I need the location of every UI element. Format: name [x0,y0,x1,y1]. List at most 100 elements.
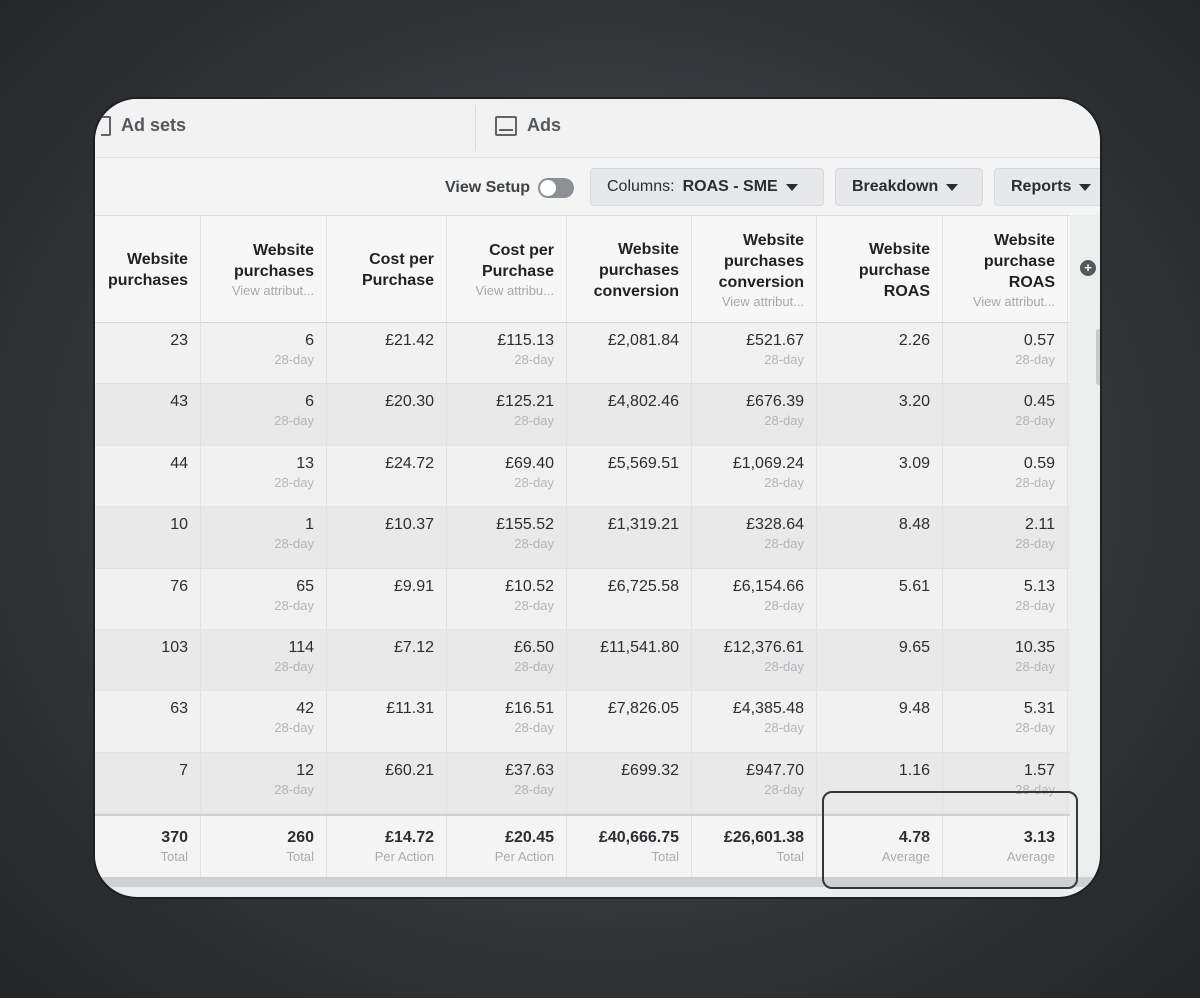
table-row[interactable]: 103 114 28-day £7.12 £6.50 28-day £11,541.80 £1… [95,629,1070,692]
cell-value: £6.50 [513,638,554,656]
metrics-table: Website purchases Website purchases View att… [95,215,1070,881]
reports-dropdown[interactable]: Reports [994,168,1100,206]
total-cell: £14.72 Per Action [327,816,447,881]
table-row[interactable]: 76 65 28-day £9.91 £10.52 28-day £6,725.58 £6,1… [95,568,1070,630]
columns-value: ROAS - SME [682,178,778,195]
cell-value: 9.48 [898,700,930,718]
table-cell: 7 [95,752,201,814]
view-attribution-link[interactable]: View attribu... [475,282,554,300]
table-cell: £676.39 28-day [692,384,817,445]
table-header: Website purchases Website purchases View att… [95,215,1070,324]
column-header-text: Purchase [481,263,554,280]
total-cell: £26,601.38 Total [692,816,817,881]
total-cell: £20.45 Per Action [447,816,567,881]
attribution-window-label: 28-day [1015,413,1055,429]
cell-value: 43 [170,393,188,411]
cell-value: £12,376.61 [723,638,804,656]
cell-value: 0.59 [1023,454,1055,472]
tab-ad-sets[interactable]: Ad sets [101,115,186,136]
table-cell: £115.13 28-day [447,323,567,384]
attribution-window-label: 28-day [764,597,804,613]
cell-value: £20.30 [385,393,434,411]
column-header[interactable]: Website purchases conversion View attribut.… [692,216,817,324]
tab-ad-sets-label: Ad sets [121,115,187,135]
table-row[interactable]: 63 42 28-day £11.31 £16.51 28-day £7,826.05 £4,… [95,691,1070,753]
total-value: 260 [287,829,314,847]
total-value: £40,666.75 [598,829,679,847]
table-row[interactable]: 44 13 28-day £24.72 £69.40 28-day £5,569.51 £1,… [95,445,1070,508]
total-value: £20.45 [505,829,554,847]
column-header-text: Purchase [361,272,434,289]
cell-value: £37.63 [505,761,554,779]
table-cell: £11.31 [327,691,447,752]
attribution-window-label: 28-day [1015,474,1055,490]
column-header[interactable]: Website purchases conversion [567,216,692,324]
table-row[interactable]: 23 6 28-day £21.42 £115.13 28-day £2,081.84 £52… [95,323,1070,385]
column-header[interactable]: Website purchases [95,216,201,324]
attribution-window-label: 28-day [274,658,314,674]
cell-value: 1.57 [1023,761,1055,779]
column-header[interactable]: Cost per Purchase [327,216,447,324]
breakdown-dropdown[interactable]: Breakdown [835,168,983,206]
table-cell: 0.45 28-day [943,384,1068,445]
cell-value: 44 [170,454,188,472]
cell-value: £69.40 [505,454,554,472]
column-header[interactable]: Cost per Purchase View attribu... [447,216,567,324]
column-header-text: conversion [718,273,804,291]
add-column-icon[interactable]: + [1080,260,1096,276]
table-row[interactable]: 10 1 28-day £10.37 £155.52 28-day £1,319.21 £32… [95,507,1070,569]
table-row[interactable]: 43 6 28-day £20.30 £125.21 28-day £4,802.46 £67… [95,384,1070,446]
column-header-text: ROAS [1008,273,1055,291]
cell-value: 2.26 [898,332,930,349]
cell-value: 1.16 [898,761,930,779]
column-header[interactable]: Website purchase ROAS [817,216,943,324]
cell-value: 10 [170,516,188,534]
table-cell: 43 [95,384,201,445]
column-header[interactable]: Website purchases View attribut... [201,216,327,324]
columns-dropdown[interactable]: Columns: ROAS - SME [590,168,824,206]
total-type-label: Total [651,849,679,865]
reports-label: Reports [1011,178,1072,195]
table-cell: £21.42 [327,323,447,384]
table-body: 23 6 28-day £21.42 £115.13 28-day £2,081.84 £52… [95,323,1070,815]
table-cell: 103 [95,629,201,691]
table-cell: £521.67 28-day [692,323,817,384]
tab-divider [475,105,476,151]
vertical-scrollbar[interactable] [1096,329,1100,385]
column-header-text: Cost per [489,242,554,259]
view-attribution-link[interactable]: View attribut... [722,293,804,311]
attribution-window-label: 28-day [1015,720,1055,736]
table-cell: 114 28-day [201,629,327,691]
cell-value: £10.52 [505,577,554,595]
table-cell: 10 [95,507,201,568]
ads-manager-window: Ad sets Ads View Setup Columns: ROAS - S… [93,97,1102,899]
roas-average-highlight [822,791,1078,889]
attribution-window-label: 28-day [274,536,314,552]
total-value: £26,601.38 [723,829,804,847]
column-header-text: Cost per [369,251,434,268]
table-cell: £9.91 [327,568,447,629]
cell-value: £521.67 [746,332,804,349]
table-cell: £699.32 [567,752,692,814]
view-setup-label: View Setup [445,179,531,196]
view-attribution-link[interactable]: View attribut... [973,293,1055,311]
column-header-text: Website [252,242,314,259]
view-attribution-link[interactable]: View attribut... [232,282,314,300]
cell-value: 76 [170,577,188,595]
cell-value: £1,319.21 [607,516,679,534]
cell-value: £60.21 [385,761,434,779]
tab-ads-label: Ads [527,115,562,135]
view-setup-toggle[interactable] [538,178,575,198]
table-cell: £20.30 [327,384,447,445]
view-setup[interactable]: View Setup [445,178,575,198]
table-cell: 0.59 28-day [943,445,1068,507]
table-cell: 10.35 28-day [943,629,1068,691]
table-cell: £155.52 28-day [447,507,567,568]
tab-ads[interactable]: Ads [495,115,561,136]
attribution-window-label: 28-day [514,658,554,674]
column-header-text: purchases [233,263,314,280]
total-cell: £40,666.75 Total [567,816,692,881]
total-value: 370 [161,829,188,847]
cell-value: £11.31 [386,700,434,718]
column-header[interactable]: Website purchase ROAS View attribut... [943,216,1068,324]
